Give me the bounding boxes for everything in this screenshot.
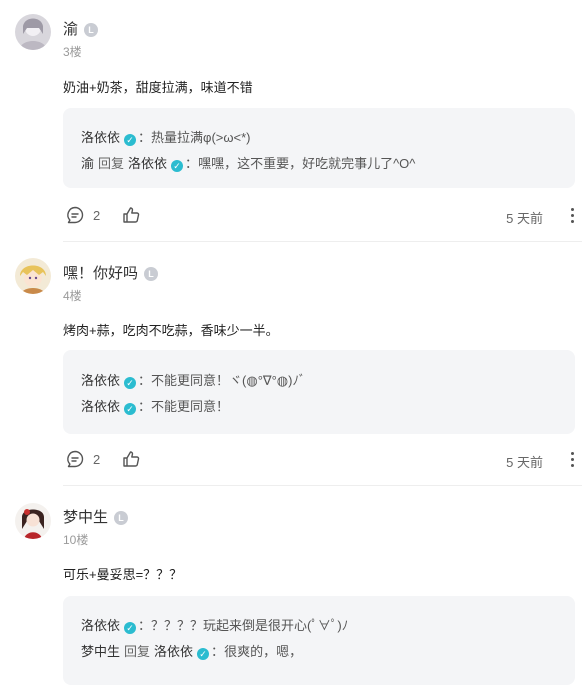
floor-number: 4楼 (63, 289, 82, 303)
avatar[interactable] (15, 503, 51, 539)
more-vertical-icon[interactable] (571, 208, 575, 224)
username[interactable]: 梦中生 L (63, 506, 129, 527)
reply-item: 渝回复 洛依依 ✓ ：嘿嘿，这不重要，好吃就完事儿了^O^ (81, 153, 415, 172)
avatar[interactable] (15, 14, 51, 50)
reply-keyword: 回复 (124, 644, 151, 659)
thumbs-up-icon (123, 207, 140, 223)
comment-button[interactable]: 2 (65, 449, 100, 469)
floor-number: 10楼 (63, 533, 89, 547)
more-vertical-icon[interactable] (571, 452, 575, 468)
reply-author[interactable]: 洛依依 (81, 618, 120, 633)
reply-list: 洛依依 ✓ ：？？？？玩起来倒是很开心(ﾟ∀ﾟ)ﾉ 梦中生 回复 洛依依 ✓ ：很爽的，嗯， (63, 596, 575, 685)
level-badge-icon: L (144, 267, 159, 282)
comment-count: 2 (93, 207, 101, 223)
reply-author[interactable]: 洛依依 (81, 399, 120, 414)
verified-check-icon: ✓ (124, 377, 137, 389)
reply-separator: ： (138, 399, 152, 414)
reply-separator: ： (138, 373, 152, 388)
reply-author[interactable]: 洛依依 (81, 373, 120, 388)
reply-content: 热量拉满φ(>ω<*) (151, 130, 251, 145)
reply-target[interactable]: 洛依依 (128, 156, 167, 171)
reply-item: 洛依依 ✓ ：不能更同意！ヾ(◍°∇°◍)ﾉﾞ (81, 370, 305, 389)
comment-text: 烤肉+蒜，吃肉不吃蒜，香味少一半。 (63, 323, 279, 338)
verified-check-icon: ✓ (124, 622, 137, 634)
comment-item: 梦中生 L 10楼 可乐+曼妥思=？？？ 洛依依 ✓ ：？？？？玩起来倒是很开心(ﾟ∀… (0, 486, 582, 685)
avatar[interactable] (15, 258, 51, 294)
reply-content: 不能更同意！ (151, 399, 230, 414)
reply-author[interactable]: 梦中生 (81, 644, 120, 659)
reply-item: 洛依依 ✓ ：热量拉满φ(>ω<*) (81, 127, 251, 146)
comment-actions: 2 5 天前 (63, 449, 575, 471)
verified-check-icon: ✓ (124, 134, 137, 146)
comment-button[interactable]: 2 (65, 205, 100, 225)
reply-content: ？？？？玩起来倒是很开心(ﾟ∀ﾟ)ﾉ (151, 618, 349, 633)
reply-author[interactable]: 渝 (81, 156, 94, 171)
post-time: 5 天前 (506, 211, 543, 226)
verified-check-icon: ✓ (171, 160, 184, 172)
reply-content: 不能更同意！ヾ(◍°∇°◍)ﾉﾞ (151, 373, 306, 388)
comment-actions: 2 5 天前 (63, 205, 575, 227)
reply-item: 洛依依 ✓ ：？？？？玩起来倒是很开心(ﾟ∀ﾟ)ﾉ (81, 615, 348, 634)
username[interactable]: 渝L (63, 18, 99, 39)
comment-bubble-icon (67, 206, 84, 224)
like-button[interactable] (121, 449, 141, 469)
like-button[interactable] (121, 205, 141, 225)
comment-bubble-icon (67, 450, 84, 468)
comment-count: 2 (93, 451, 101, 467)
username[interactable]: 嘿！你好吗 L (63, 262, 159, 283)
reply-author[interactable]: 洛依依 (81, 130, 120, 145)
thumbs-up-icon (123, 451, 140, 467)
reply-list: 洛依依 ✓ ：不能更同意！ヾ(◍°∇°◍)ﾉﾞ 洛依依 ✓ ：不能更同意！ (63, 350, 575, 434)
verified-check-icon: ✓ (197, 648, 210, 660)
post-time: 5 天前 (506, 455, 543, 470)
reply-target[interactable]: 洛依依 (154, 644, 193, 659)
reply-separator: ： (185, 156, 199, 171)
reply-separator: ： (138, 130, 152, 145)
reply-list: 洛依依 ✓ ：热量拉满φ(>ω<*) 渝回复 洛依依 ✓ ：嘿嘿，这不重要，好吃就完事儿了… (63, 108, 575, 188)
comment-item: 嘿！你好吗 L 4楼 烤肉+蒜，吃肉不吃蒜，香味少一半。 洛依依 ✓ ：不能更同意！ヾ… (0, 242, 582, 486)
level-badge-icon: L (114, 511, 129, 526)
reply-content: 嘿嘿，这不重要，好吃就完事儿了^O^ (198, 156, 416, 171)
comment-text: 奶油+奶茶，甜度拉满，味道不错 (63, 80, 253, 95)
reply-separator: ： (211, 644, 225, 659)
reply-separator: ： (138, 618, 152, 633)
comment-item: 渝L 3楼 奶油+奶茶，甜度拉满，味道不错 洛依依 ✓ ：热量拉满φ(>ω<*) 渝… (0, 0, 582, 242)
reply-item: 梦中生 回复 洛依依 ✓ ：很爽的，嗯， (81, 641, 302, 660)
comment-text: 可乐+曼妥思=？？？ (63, 567, 183, 582)
reply-item: 洛依依 ✓ ：不能更同意！ (81, 396, 229, 415)
verified-check-icon: ✓ (124, 403, 137, 415)
reply-keyword: 回复 (98, 156, 125, 171)
floor-number: 3楼 (63, 45, 82, 59)
level-badge-icon: L (84, 23, 99, 38)
reply-content: 很爽的，嗯， (224, 644, 303, 659)
